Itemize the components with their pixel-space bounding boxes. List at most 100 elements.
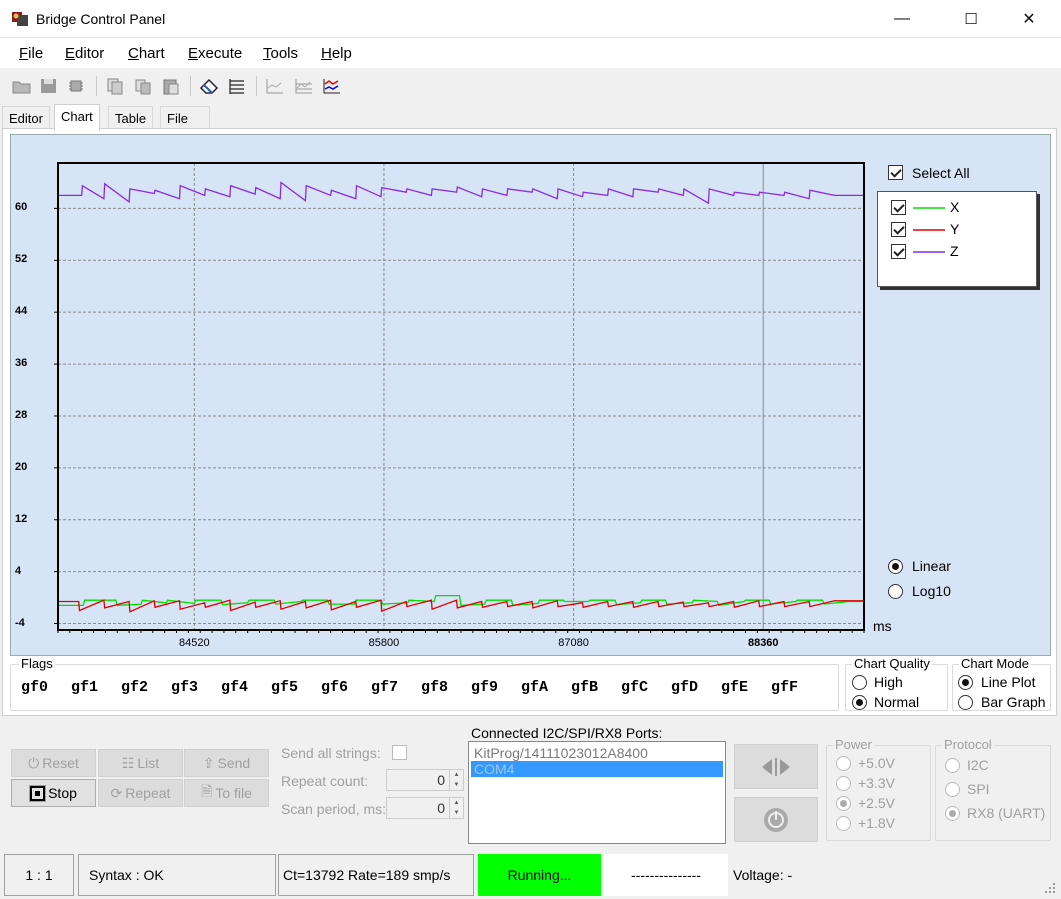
send-button[interactable]: ⇪ Send: [184, 749, 269, 777]
select-all-checkbox[interactable]: [888, 165, 903, 180]
series-x-checkbox[interactable]: [891, 200, 906, 215]
copy-alt-icon[interactable]: [132, 76, 154, 96]
flag-gf5: gf5: [271, 679, 299, 696]
flag-gf4: gf4: [221, 679, 249, 696]
power-toggle-button[interactable]: [734, 797, 818, 842]
menu-file[interactable]: File: [19, 45, 43, 62]
power-group: Power +5.0V +3.3V +2.5V +1.8V: [826, 737, 931, 841]
quality-normal-label: Normal: [874, 694, 920, 710]
tab-chart[interactable]: Chart: [54, 104, 100, 131]
series-y-checkbox[interactable]: [891, 222, 906, 237]
x-tick-label: 84520: [179, 637, 210, 649]
menu-bar: File Editor Chart Execute Tools Help: [0, 38, 1061, 68]
plot-area: [58, 163, 864, 630]
ports-list[interactable]: KitProg/14111023012A8400 COM4: [468, 741, 726, 844]
menu-help[interactable]: Help: [321, 45, 352, 62]
protocol-group: Protocol I2C SPI RX8 (UART): [935, 737, 1051, 841]
chart-mode-group: Chart Mode Line Plot Bar Graph: [952, 656, 1051, 711]
quality-high-radio[interactable]: [852, 675, 867, 690]
protocol-i2c-radio[interactable]: [945, 758, 960, 773]
x-tick-label: 85800: [368, 637, 400, 649]
window-title: Bridge Control Panel: [36, 11, 166, 27]
reset-button[interactable]: ⏻ Reset: [11, 749, 96, 777]
paste-icon[interactable]: [160, 76, 182, 96]
protocol-rx8-label: RX8 (UART): [967, 805, 1046, 821]
repeat-button[interactable]: ⟳ Repeat: [98, 779, 183, 807]
tab-table[interactable]: Table: [108, 106, 154, 130]
protocol-i2c-label: I2C: [967, 757, 989, 773]
eraser-icon[interactable]: [198, 76, 220, 96]
chart-panel: 60 52 44 36 28 20 12 4 -4 84520 85800 87080 88360 m…: [10, 134, 1051, 656]
port-item[interactable]: KitProg/14111023012A8400: [471, 745, 723, 761]
mode-bar-radio[interactable]: [958, 695, 973, 710]
menu-chart[interactable]: Chart: [128, 45, 165, 62]
mode-line-label: Line Plot: [981, 674, 1036, 690]
y-tick-label: 44: [15, 305, 28, 318]
y-tick-label: 20: [15, 460, 28, 473]
power-5v-radio[interactable]: [836, 756, 851, 771]
menu-tools[interactable]: Tools: [263, 45, 298, 62]
maximize-button[interactable]: ☐: [948, 0, 994, 38]
power-1v8-radio[interactable]: [836, 816, 851, 831]
protocol-spi-radio[interactable]: [945, 782, 960, 797]
series-x-label: X: [950, 199, 960, 215]
save-icon[interactable]: [38, 76, 60, 96]
port-item-selected[interactable]: COM4: [471, 761, 723, 777]
stop-icon: [29, 784, 47, 802]
flag-gf6: gf6: [321, 679, 349, 696]
menu-execute[interactable]: Execute: [188, 45, 242, 62]
minimize-button[interactable]: —: [879, 0, 925, 38]
status-syntax: Syntax : OK: [78, 854, 276, 896]
to-file-button[interactable]: 🗎 To file: [184, 779, 269, 807]
chart-grid-icon[interactable]: [293, 76, 315, 96]
tab-file[interactable]: File: [160, 106, 210, 130]
list-icon[interactable]: [226, 76, 248, 96]
stepper-arrows-icon[interactable]: ▲ ▼: [449, 770, 463, 790]
chart-color-icon[interactable]: [321, 76, 343, 96]
select-all-label: Select All: [912, 165, 970, 181]
stepper-arrows-icon[interactable]: ▲ ▼: [449, 798, 463, 818]
tab-strip: Editor Chart Table File: [0, 104, 1061, 131]
repeat-count-label: Repeat count:: [281, 773, 369, 789]
scale-linear-radio[interactable]: [888, 559, 903, 574]
y-tick-label: -4: [15, 616, 25, 629]
mode-line-radio[interactable]: [958, 675, 973, 690]
stop-button[interactable]: Stop: [11, 779, 96, 807]
x-axis-unit: ms: [873, 618, 892, 634]
scale-linear-label: Linear: [912, 558, 951, 574]
list-button[interactable]: ☷ List: [98, 749, 183, 777]
series-z-checkbox[interactable]: [891, 244, 906, 259]
tab-editor[interactable]: Editor: [2, 106, 50, 130]
y-tick-label: 28: [15, 408, 28, 421]
protocol-rx8-radio[interactable]: [945, 806, 960, 821]
power-5v-label: +5.0V: [858, 755, 895, 771]
swap-button[interactable]: [734, 744, 818, 789]
flag-gf9: gf9: [471, 679, 499, 696]
copy-icon[interactable]: [104, 76, 126, 96]
scale-log10-radio[interactable]: [888, 584, 903, 599]
power-2v5-radio[interactable]: [836, 796, 851, 811]
settings-chip-icon[interactable]: [65, 76, 87, 96]
menu-editor[interactable]: Editor: [65, 45, 104, 62]
chart-flat-icon[interactable]: [264, 76, 286, 96]
resize-grip-icon[interactable]: [1044, 882, 1056, 894]
series-z-swatch: [913, 251, 945, 253]
open-folder-icon[interactable]: [11, 76, 33, 96]
power-title: Power: [833, 737, 874, 752]
power-3v3-label: +3.3V: [858, 775, 895, 791]
series-legend: X Y Z: [877, 191, 1037, 287]
status-running: Running...: [478, 854, 601, 896]
scan-period-stepper[interactable]: 0 ▲ ▼: [386, 797, 464, 819]
title-bar: Bridge Control Panel — ☐ ✕: [0, 0, 1061, 38]
series-y-swatch: [913, 229, 945, 231]
repeat-count-stepper[interactable]: 0 ▲ ▼: [386, 769, 464, 791]
close-button[interactable]: ✕: [1006, 0, 1052, 38]
power-3v3-radio[interactable]: [836, 776, 851, 791]
power-icon: [764, 807, 788, 832]
protocol-spi-label: SPI: [967, 781, 990, 797]
send-all-strings-checkbox[interactable]: [392, 745, 407, 760]
y-tick-label: 52: [15, 253, 28, 266]
chart-quality-group: Chart Quality High Normal: [845, 656, 948, 711]
quality-normal-radio[interactable]: [852, 695, 867, 710]
flag-gf2: gf2: [121, 679, 149, 696]
